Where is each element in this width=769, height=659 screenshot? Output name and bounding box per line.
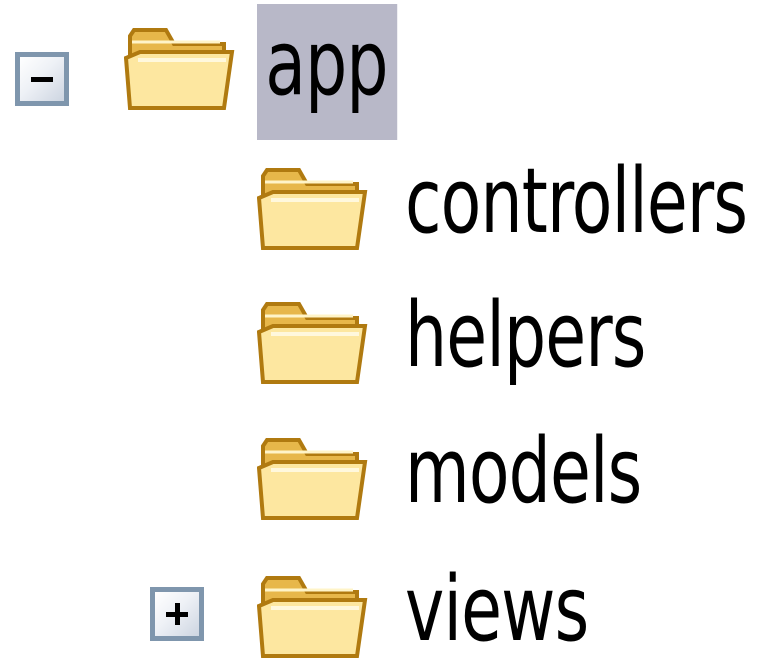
tree-node-label[interactable]: app (257, 4, 398, 140)
folder-icon (257, 290, 368, 386)
folder-icon (257, 426, 368, 522)
folder-icon (124, 16, 235, 112)
tree-node-models[interactable]: models (0, 418, 769, 554)
tree-node-controllers[interactable]: controllers (0, 148, 769, 284)
tree-node-label[interactable]: helpers (405, 286, 646, 386)
tree-node-helpers[interactable]: helpers (0, 282, 769, 418)
tree-node-app[interactable]: app (0, 4, 769, 140)
folder-tree: app controllers helpers models views (0, 0, 769, 659)
collapse-toggle-icon[interactable] (15, 52, 69, 106)
expand-toggle-icon[interactable] (150, 587, 204, 641)
tree-node-label[interactable]: views (405, 560, 589, 659)
tree-node-label[interactable]: models (405, 422, 642, 522)
folder-icon (257, 156, 368, 252)
tree-node-label[interactable]: controllers (405, 152, 748, 252)
folder-icon (257, 564, 368, 659)
tree-node-views[interactable]: views (0, 556, 769, 659)
